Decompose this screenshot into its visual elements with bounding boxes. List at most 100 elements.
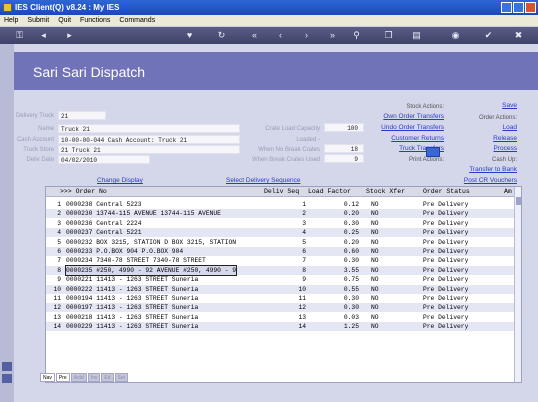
order-cell: 0000229 11413 - 1263 STREET Suneria: [66, 323, 199, 331]
deliv-date-field[interactable]: 04/02/2010: [58, 155, 150, 164]
table-row[interactable]: 6 0000233 P.O.BOX 904 P.O.BOX 904 6 0.60 NO P…: [46, 247, 516, 256]
tab-ed[interactable]: Ed: [101, 373, 114, 382]
crate-load-capacity-field[interactable]: 100: [324, 123, 364, 132]
vertical-scrollbar[interactable]: [514, 187, 521, 382]
window-title: IES Client(Q) v8.24 : My IES: [15, 3, 120, 12]
table-row[interactable]: 4 0000237 Central 5221 4 0.25 NO Pre Delivery: [46, 228, 516, 238]
cancel-icon[interactable]: ✖: [513, 30, 524, 41]
search-icon[interactable]: ⚲: [351, 30, 362, 41]
load-cell: 0.12: [343, 201, 359, 208]
menu-commands[interactable]: Commands: [119, 17, 155, 24]
side-strip-tab[interactable]: [2, 362, 12, 371]
copy-icon[interactable]: ❐: [383, 30, 394, 41]
delivery-truck-field[interactable]: 21: [58, 111, 106, 120]
transfer-to-bank-link[interactable]: Transfer to Bank: [454, 166, 517, 173]
menu-quit[interactable]: Quit: [58, 17, 71, 24]
tab-set[interactable]: Set: [114, 373, 129, 382]
col-order-header[interactable]: >>> Order No: [60, 188, 107, 195]
toolbar: ⚿ ◂ ▸ ♥ ↻ « ‹ › » ⚲ ❐ ▤ ◉ ✔ ✖: [0, 27, 538, 44]
menu-help[interactable]: Help: [4, 17, 18, 24]
stock-cell: NO: [371, 229, 379, 237]
globe-icon[interactable]: ◉: [450, 30, 461, 41]
tab-actd[interactable]: Actd: [70, 373, 87, 382]
name-field[interactable]: Truck 21: [58, 124, 240, 133]
change-display-link[interactable]: Change Display: [97, 177, 143, 184]
close-button[interactable]: [525, 2, 536, 13]
order-cell: 0000194 11413 - 1263 STREET Suneria: [66, 295, 199, 302]
minimize-button[interactable]: [501, 2, 512, 13]
maximize-button[interactable]: [513, 2, 524, 13]
next-icon[interactable]: ›: [301, 30, 312, 41]
seq-cell: 13: [298, 313, 306, 321]
heart-icon[interactable]: ♥: [184, 30, 195, 41]
col-seq-header[interactable]: Deliv Seq: [264, 188, 299, 195]
table-row[interactable]: 9 0000221 11413 - 1263 STREET Suneria 9 0.7…: [46, 275, 516, 284]
table-row[interactable]: 12 0000197 11413 - 1263 STREET Suneria 12 0…: [46, 303, 516, 313]
order-cell: 0000230 13744-115 AVENUE 13744-115 AVENU…: [66, 210, 221, 218]
row-number: 3: [57, 219, 61, 227]
stock-cell: NO: [371, 323, 379, 331]
table-row[interactable]: 14 0000229 11413 - 1263 STREET Suneria 14 1…: [46, 322, 516, 332]
load-cell: 0.55: [343, 285, 359, 293]
col-extra-header[interactable]: Am: [504, 188, 512, 195]
first-icon[interactable]: «: [249, 30, 260, 41]
select-delivery-sequence-link[interactable]: Select Delivery Sequence: [226, 177, 300, 184]
stock-cell: NO: [371, 219, 379, 227]
forward-icon[interactable]: ▸: [64, 30, 75, 41]
table-row[interactable]: 8 0000235 #250, 4990 - 92 AVENUE #250, 49…: [46, 264, 516, 276]
cash-account-field[interactable]: 10-00-00-044 Cash Account: Truck 21: [58, 135, 240, 144]
row-number: 4: [57, 229, 61, 237]
table-row[interactable]: 2 0000230 13744-115 AVENUE 13744-115 AVEN…: [46, 209, 516, 219]
last-icon[interactable]: »: [327, 30, 338, 41]
menu-functions[interactable]: Functions: [80, 17, 110, 24]
screen-header: Sari Sari Dispatch: [14, 52, 538, 90]
tab-nav[interactable]: Nav: [40, 373, 55, 382]
order-cell: 0000222 11413 - 1263 STREET Suneria: [66, 285, 199, 293]
seq-cell: 6: [302, 248, 306, 255]
delivery-truck-label: Delivery Truck: [15, 113, 54, 119]
side-strip: [0, 44, 14, 402]
table-row[interactable]: 3 0000236 Central 2224 3 0.30 NO Pre Delivery: [46, 219, 516, 228]
seq-cell: 7: [302, 257, 306, 265]
ok-icon[interactable]: ✔: [483, 30, 494, 41]
table-row[interactable]: 1 0000238 Central 5223 1 0.12 NO Pre Delivery: [46, 200, 516, 209]
cash-up-label: Cash Up:: [491, 157, 517, 163]
table-row[interactable]: 10 0000222 11413 - 1263 STREET Suneria 10 0…: [46, 284, 516, 294]
release-link[interactable]: Release: [474, 135, 517, 142]
table-row[interactable]: 13 0000218 11413 - 1263 STREET Suneria 13 0…: [46, 313, 516, 322]
load-cell: 0.75: [343, 276, 359, 284]
tab-inv[interactable]: Inv: [87, 373, 101, 382]
undo-order-transfers-link[interactable]: Undo Order Transfers: [374, 124, 444, 131]
own-order-transfers-link[interactable]: Own Order Transfers: [374, 113, 444, 120]
process-link[interactable]: Process: [474, 145, 517, 152]
table-row[interactable]: 11 0000194 11413 - 1263 STREET Suneria 11 0…: [46, 294, 516, 303]
col-status-header[interactable]: Order Status: [423, 188, 470, 195]
load-link[interactable]: Load: [474, 124, 517, 131]
col-load-header[interactable]: Load Factor: [308, 188, 351, 195]
status-cell: Pre Delivery: [423, 304, 469, 312]
print-icon[interactable]: ▤: [411, 30, 422, 41]
side-strip-tab[interactable]: [2, 374, 12, 383]
customer-returns-link[interactable]: Customer Returns: [374, 135, 444, 142]
back-icon[interactable]: ◂: [38, 30, 49, 41]
seq-cell: 11: [298, 295, 306, 302]
truck-store-field[interactable]: 21 Truck 21: [58, 145, 240, 154]
when-break-field[interactable]: 9: [324, 154, 364, 163]
post-cr-vouchers-link[interactable]: Post CR Vouchers: [444, 177, 517, 184]
save-link[interactable]: Save: [474, 102, 517, 109]
printer-icon[interactable]: [426, 147, 440, 157]
refresh-icon[interactable]: ↻: [216, 30, 227, 41]
row-number: 7: [57, 257, 61, 265]
order-cell: 0000197 11413 - 1263 STREET Suneria: [66, 304, 199, 312]
menu-submit[interactable]: Submit: [27, 17, 49, 24]
table-row[interactable]: 5 0000232 BOX 3215, STATION D BOX 3215, S…: [46, 238, 516, 247]
col-stock-header[interactable]: Stock Xfer: [366, 188, 405, 195]
when-no-break-field[interactable]: 18: [324, 144, 364, 153]
table-row[interactable]: 7 0000234 7340-78 STREET 7340-78 STREET 7 0…: [46, 256, 516, 265]
when-no-break-label: When No Break Crates: [258, 147, 320, 153]
prev-icon[interactable]: ‹: [275, 30, 286, 41]
tab-pre[interactable]: Pre: [55, 373, 70, 382]
order-cell: 0000221 11413 - 1263 STREET Suneria: [66, 276, 199, 284]
key-icon[interactable]: ⚿: [14, 30, 25, 41]
scrollbar-thumb[interactable]: [516, 197, 521, 205]
